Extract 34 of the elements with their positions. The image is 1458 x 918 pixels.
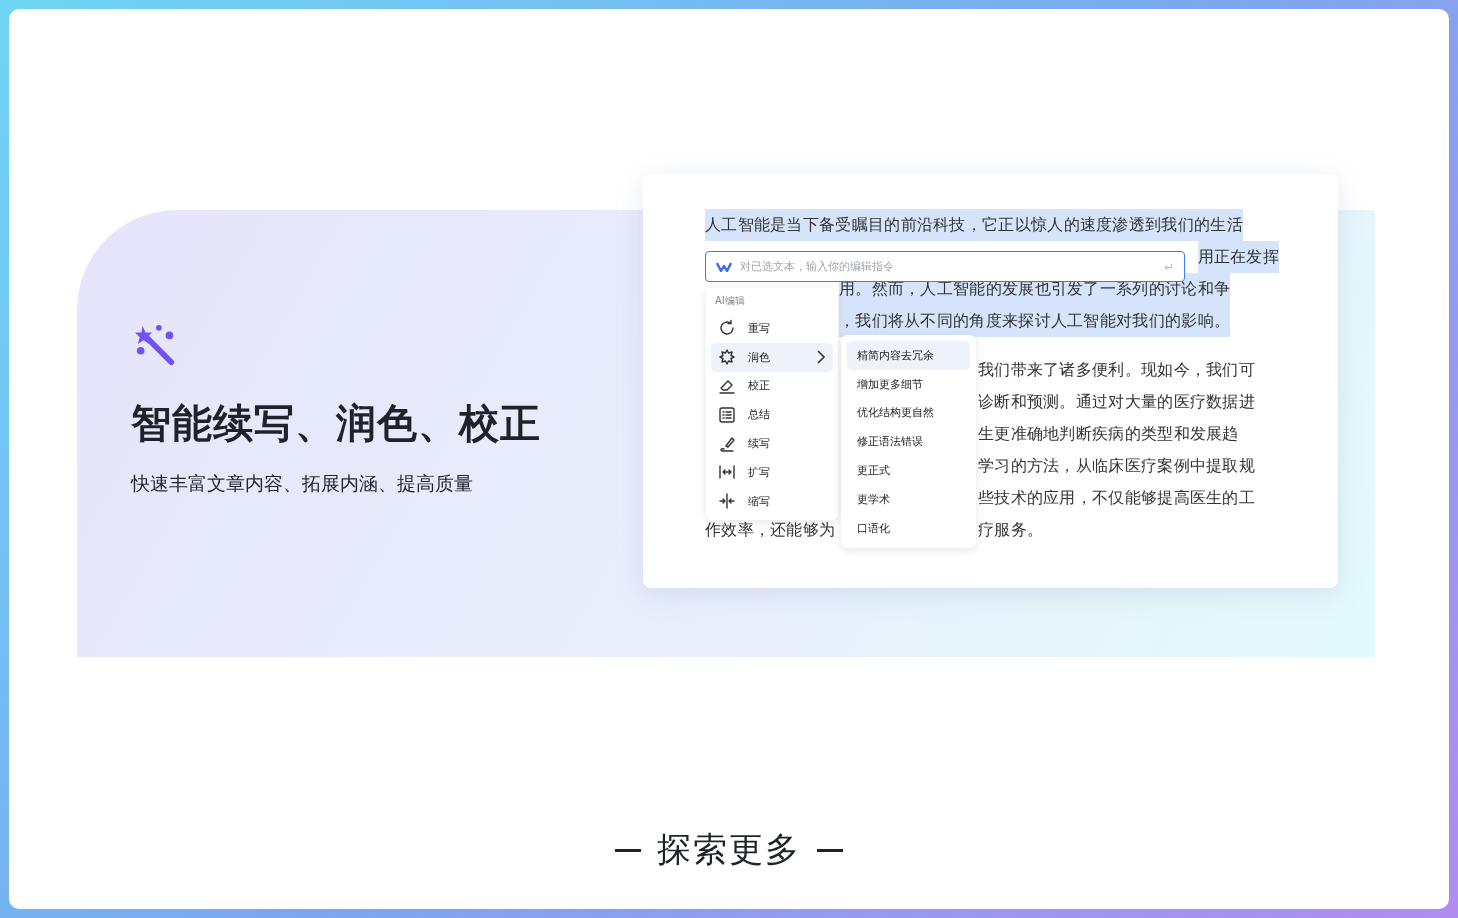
submenu-item[interactable]: 优化结构更自然 xyxy=(847,398,970,428)
submenu-item[interactable]: 增加更多细节 xyxy=(847,369,970,399)
submenu-item[interactable]: 更正式 xyxy=(847,456,970,485)
submenu-item[interactable]: 口语化 xyxy=(847,513,970,543)
menu-item[interactable]: 校正 xyxy=(711,371,833,401)
document-text: 人工智能是当下备受瞩目的前沿科技，它正以惊人的速度渗透到我们的生活 xyxy=(705,209,1243,241)
refresh-icon xyxy=(718,319,736,338)
document-text: 生更准确地判断疾病的类型和发展趋 xyxy=(978,424,1239,445)
list-icon xyxy=(718,405,736,424)
feature-subtitle: 快速丰富文章内容、拓展内涵、提高质量 xyxy=(131,471,474,496)
menu-item[interactable]: 扩写 xyxy=(711,458,833,487)
expand-icon xyxy=(718,463,736,482)
submenu-item[interactable]: 精简内容去冗余 xyxy=(847,341,970,370)
menu-item[interactable]: 重写 xyxy=(711,314,833,343)
document-text: 诊断和预测。通过对大量的医疗数据进 xyxy=(978,392,1256,413)
document-text: 作效率，还能够为 xyxy=(705,521,836,539)
shrink-icon xyxy=(718,492,736,511)
feature-title: 智能续写、润色、校正 xyxy=(131,399,542,448)
explore-more-link[interactable]: 探索更多 xyxy=(657,827,801,873)
document-text: 我们带来了诸多便利。现如今，我们可 xyxy=(978,360,1256,381)
document-text: 疗服务。 xyxy=(978,520,1044,541)
menu-item[interactable]: 润色 xyxy=(711,342,833,372)
document-text: 学习的方法，从临床医疗案例中提取规 xyxy=(978,456,1256,477)
submenu-item[interactable]: 更学术 xyxy=(847,485,970,514)
menu-heading: AI编辑 xyxy=(714,294,746,308)
submenu-item[interactable]: 修正语法错误 xyxy=(847,427,970,457)
document-text: 些技术的应用，不仅能够提高医生的工 xyxy=(978,488,1256,509)
sparkle-icon xyxy=(718,348,736,367)
menu-item[interactable]: 缩写 xyxy=(711,486,833,516)
document-text: 用正在发挥 xyxy=(1197,241,1279,273)
document-text: ，我们将从不同的角度来探讨人工智能对我们的影响。 xyxy=(839,305,1231,337)
menu-item[interactable]: 总结 xyxy=(711,400,833,430)
menu-item[interactable]: 续写 xyxy=(711,429,833,458)
logo-icon xyxy=(716,261,732,272)
